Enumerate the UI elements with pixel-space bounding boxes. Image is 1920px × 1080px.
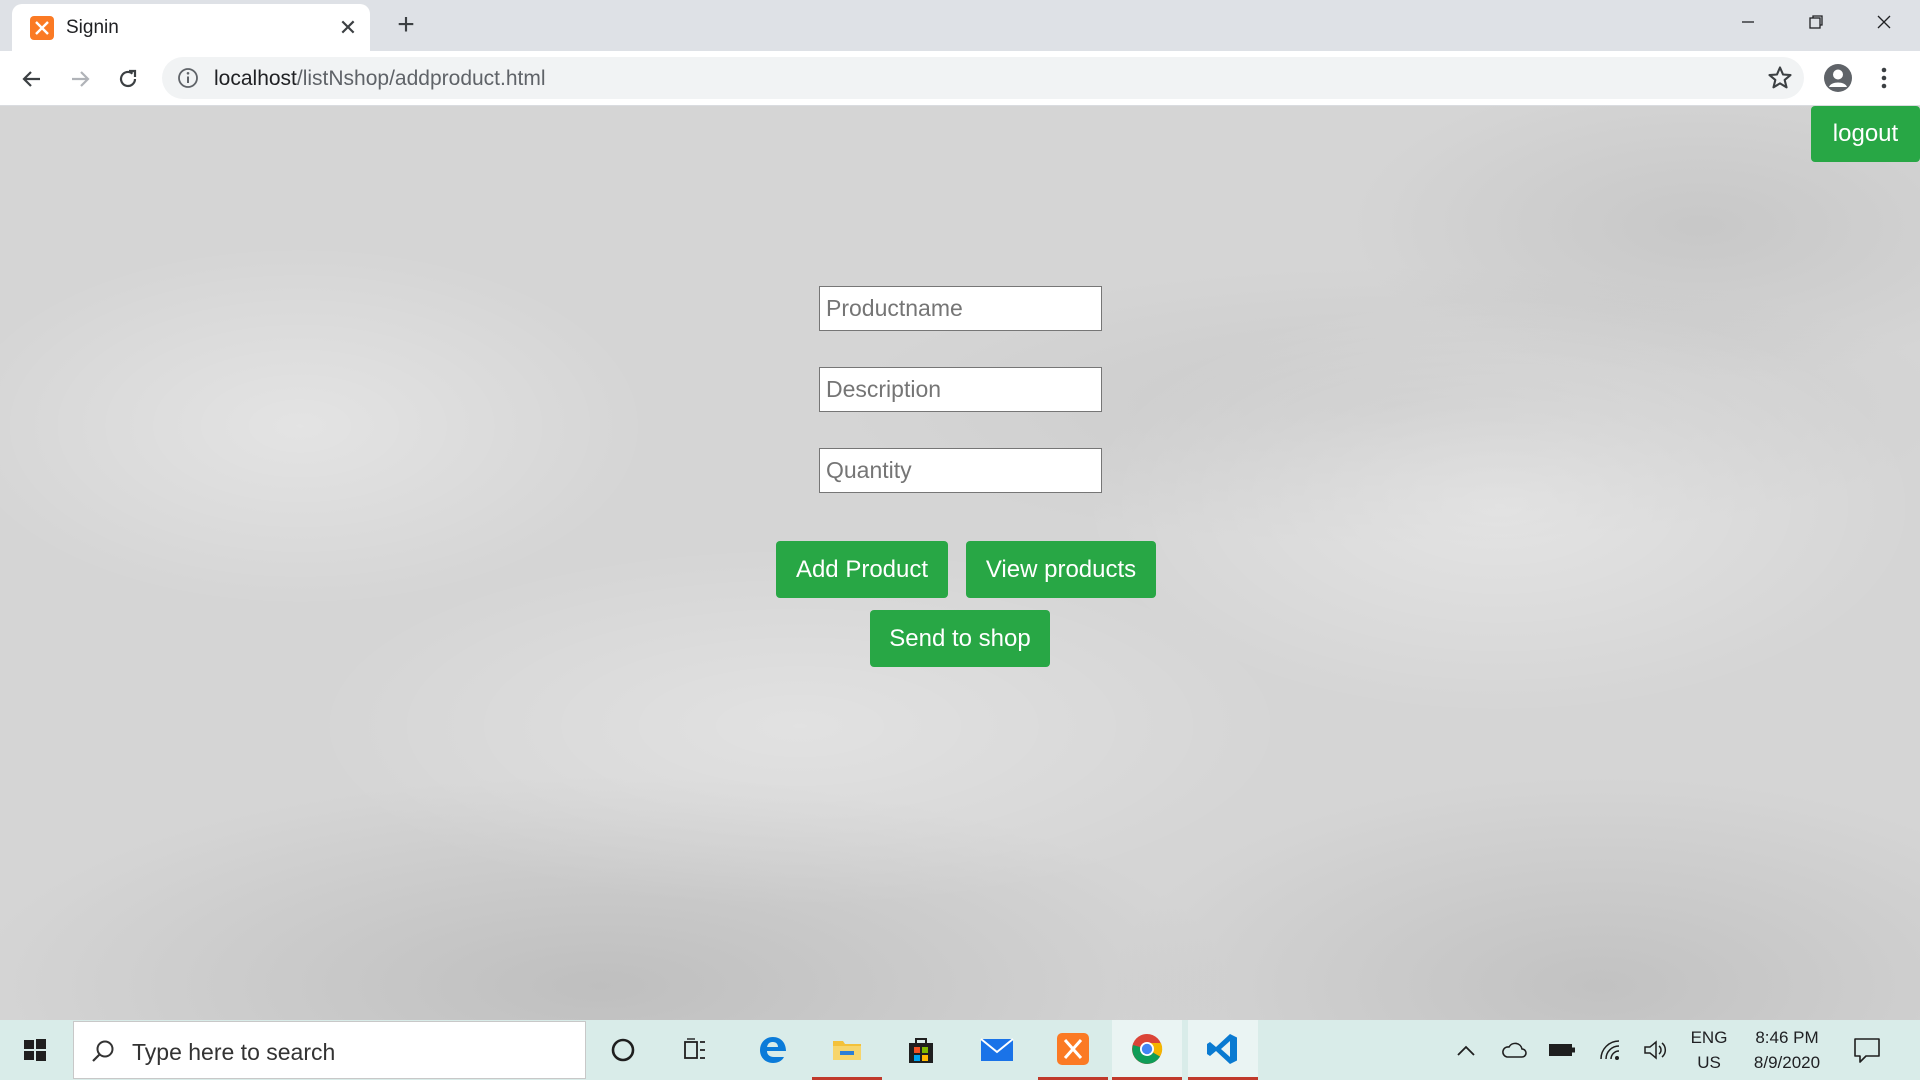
close-window-icon[interactable] (1850, 0, 1918, 44)
file-explorer-icon[interactable] (812, 1020, 882, 1080)
store-icon[interactable] (886, 1020, 956, 1080)
send-to-shop-button[interactable]: Send to shop (870, 610, 1050, 667)
logout-button[interactable]: logout (1811, 106, 1920, 162)
address-bar[interactable]: localhost/listNshop/addproduct.html (162, 57, 1804, 99)
battery-icon[interactable] (1548, 1038, 1576, 1062)
site-info-icon[interactable] (176, 66, 200, 90)
wifi-icon[interactable] (1596, 1038, 1624, 1062)
product-name-input[interactable] (819, 286, 1102, 331)
clock-date[interactable]: 8/9/2020 (1742, 1053, 1832, 1073)
windows-start-icon[interactable] (0, 1020, 70, 1080)
browser-toolbar: localhost/listNshop/addproduct.html (0, 51, 1920, 106)
minimize-icon[interactable] (1714, 0, 1782, 44)
tab-close-icon[interactable]: ✕ (334, 14, 362, 42)
onedrive-cloud-icon[interactable] (1500, 1038, 1528, 1062)
url-host: localhost (214, 67, 297, 90)
restore-icon[interactable] (1782, 0, 1850, 44)
xampp-favicon-icon (30, 16, 54, 40)
bookmark-star-icon[interactable] (1766, 64, 1794, 92)
profile-avatar-icon[interactable] (1822, 62, 1854, 94)
search-icon (92, 1040, 114, 1062)
show-hidden-icons-chevron-icon[interactable] (1452, 1038, 1480, 1062)
url-text: localhost/listNshop/addproduct.html (214, 67, 546, 91)
chrome-icon[interactable] (1112, 1020, 1182, 1080)
browser-tab-active[interactable]: Signin ✕ (12, 4, 370, 51)
tab-title: Signin (66, 17, 119, 38)
url-path: /listNshop/addproduct.html (296, 67, 546, 90)
browser-menu-icon[interactable] (1872, 62, 1896, 94)
region-indicator[interactable]: US (1684, 1053, 1734, 1073)
edge-icon[interactable] (738, 1020, 808, 1080)
clock-time[interactable]: 8:46 PM (1742, 1028, 1832, 1048)
view-products-button[interactable]: View products (966, 541, 1156, 598)
volume-icon[interactable] (1642, 1038, 1670, 1062)
add-product-button[interactable]: Add Product (776, 541, 948, 598)
cortana-icon[interactable] (588, 1020, 658, 1080)
search-placeholder: Type here to search (132, 1039, 336, 1065)
new-tab-icon[interactable]: + (390, 10, 422, 42)
taskbar-search-box[interactable]: Type here to search (73, 1021, 586, 1079)
vscode-icon[interactable] (1188, 1020, 1258, 1080)
language-indicator[interactable]: ENG (1684, 1028, 1734, 1048)
task-view-icon[interactable] (660, 1020, 730, 1080)
action-center-notification-icon[interactable] (1852, 1035, 1882, 1065)
page-content: logout Add Product View products Send to… (0, 106, 1920, 1020)
back-arrow-icon[interactable] (14, 61, 50, 97)
browser-titlebar: Signin ✕ + (0, 0, 1920, 51)
reload-icon[interactable] (110, 61, 146, 97)
forward-arrow-icon[interactable] (62, 61, 98, 97)
windows-taskbar: Type here to search ENG US 8:46 PM 8/9/2… (0, 1020, 1920, 1080)
mail-icon[interactable] (962, 1020, 1032, 1080)
quantity-input[interactable] (819, 448, 1102, 493)
description-input[interactable] (819, 367, 1102, 412)
xampp-icon[interactable] (1038, 1020, 1108, 1080)
